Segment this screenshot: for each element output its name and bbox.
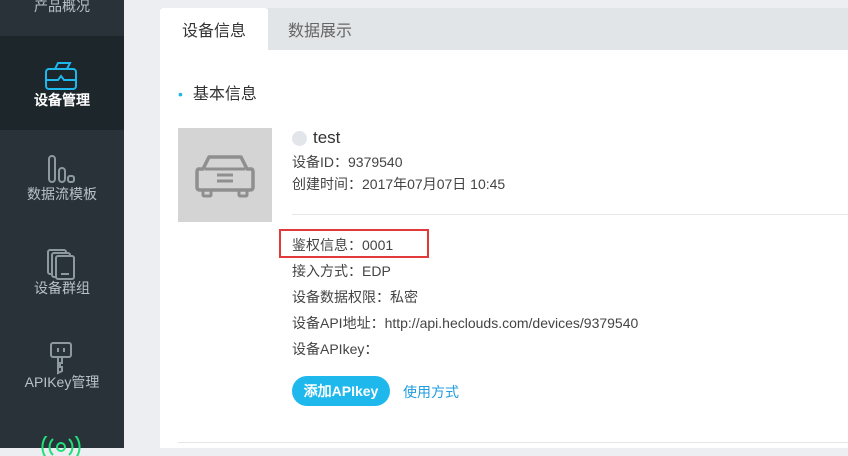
sidebar: 产品概况 设备管理 数据流模板 设备群组 APIKey管理 [0, 0, 124, 456]
device-apikey: 设备APIkey： [292, 341, 379, 357]
usage-link[interactable]: 使用方式 [403, 382, 459, 402]
sidebar-item-device-management[interactable]: 设备管理 [0, 36, 124, 130]
tab-data-display[interactable]: 数据展示 [288, 8, 352, 50]
datastream-template-icon [39, 150, 83, 186]
car-icon [195, 155, 255, 198]
data-permission: 设备数据权限：私密 [292, 289, 418, 305]
device-name: test [313, 128, 341, 147]
device-group-icon [39, 246, 83, 282]
tab-device-info[interactable]: 设备信息 [160, 8, 268, 50]
device-thumbnail [178, 128, 272, 222]
section-title-text: 基本信息 [192, 86, 257, 103]
auth-info: 鉴权信息：0001 [292, 237, 394, 253]
divider [292, 214, 848, 215]
device-id: 设备ID：9379540 [292, 154, 403, 170]
add-apikey-button[interactable]: 添加APIkey [292, 376, 390, 406]
sidebar-item-datastream-template[interactable]: 数据流模板 [0, 130, 124, 224]
signal-icon [39, 436, 83, 456]
status-dot-icon [292, 130, 307, 146]
section-title: • 基本信息 [178, 80, 257, 104]
device-management-icon [39, 58, 83, 94]
sidebar-item-overview[interactable]: 产品概况 [0, 0, 124, 36]
sidebar-item-device-group[interactable]: 设备群组 [0, 224, 124, 318]
sidebar-item-signal[interactable] [0, 412, 124, 456]
device-info-panel: • 基本信息 test 设备ID：9379540 创建时间：2017年07月07日… [160, 50, 848, 448]
apikey-icon [39, 340, 83, 376]
sidebar-item-apikey[interactable]: APIKey管理 [0, 318, 124, 412]
sidebar-item-label: 数据流模板 [27, 186, 97, 202]
divider [178, 442, 848, 443]
sidebar-item-label: 产品概况 [34, 0, 90, 14]
bullet-dot-icon: • [178, 86, 183, 102]
access-protocol: 接入方式：EDP [292, 263, 391, 279]
created-time: 创建时间：2017年07月07日 10:45 [292, 176, 506, 192]
tab-bar: 设备信息 数据展示 [160, 8, 848, 50]
device-api-url[interactable]: 设备API地址：http://api.heclouds.com/devices/… [292, 313, 638, 333]
main-content: 设备信息 数据展示 • 基本信息 test 设备ID：9379540 创建时间：2… [124, 0, 848, 448]
device-name-row: test [292, 128, 340, 148]
